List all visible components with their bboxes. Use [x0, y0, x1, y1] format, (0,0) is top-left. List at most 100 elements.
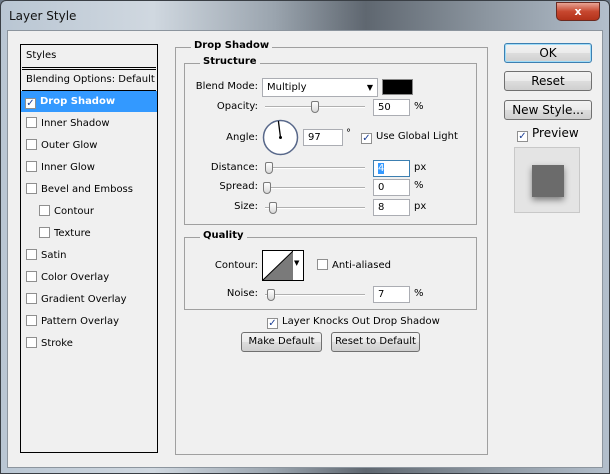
- style-item-label: Inner Glow: [41, 162, 95, 173]
- noise-slider-thumb[interactable]: [267, 289, 275, 301]
- noise-unit: %: [414, 288, 424, 299]
- reset-button[interactable]: Reset: [504, 71, 592, 91]
- style-item-inner-shadow[interactable]: Inner Shadow: [22, 113, 156, 134]
- spread-label: Spread:: [219, 181, 258, 192]
- style-item-checkbox[interactable]: [26, 161, 37, 172]
- style-item-label: Inner Shadow: [41, 118, 110, 129]
- spread-unit: %: [414, 180, 424, 191]
- size-label: Size:: [234, 201, 258, 212]
- reset-to-default-button[interactable]: Reset to Default: [331, 332, 420, 352]
- style-item-checkbox[interactable]: [26, 139, 37, 150]
- style-item-label: Satin: [41, 250, 67, 261]
- style-item-contour[interactable]: Contour: [22, 201, 156, 222]
- chevron-down-icon: ▼: [366, 83, 373, 92]
- noise-input[interactable]: 7: [373, 286, 410, 303]
- style-item-label: Gradient Overlay: [41, 294, 127, 305]
- style-item-checkbox[interactable]: [39, 205, 50, 216]
- style-item-checkbox[interactable]: [26, 117, 37, 128]
- style-item-drop-shadow[interactable]: ✓ Drop Shadow: [21, 91, 157, 112]
- distance-value: 4: [378, 163, 385, 174]
- style-item-inner-glow[interactable]: Inner Glow: [22, 157, 156, 178]
- distance-slider[interactable]: [265, 167, 365, 169]
- ok-button[interactable]: OK: [504, 43, 592, 63]
- style-item-checkbox[interactable]: [26, 315, 37, 326]
- style-item-label: Pattern Overlay: [41, 316, 120, 327]
- checkbox-box: [317, 259, 328, 270]
- style-item-checkbox[interactable]: [39, 227, 50, 238]
- drop-shadow-title: Drop Shadow: [191, 40, 273, 51]
- style-item-checkbox[interactable]: [26, 249, 37, 260]
- checkmark-icon: ✓: [267, 318, 278, 329]
- distance-label: Distance:: [210, 162, 258, 173]
- anti-aliased-label: Anti-aliased: [332, 260, 392, 271]
- angle-input[interactable]: 97: [303, 129, 343, 146]
- style-item-label: Bevel and Emboss: [41, 184, 133, 195]
- use-global-light-checkbox[interactable]: ✓ Use Global Light: [361, 131, 458, 144]
- style-item-checkbox[interactable]: [26, 183, 37, 194]
- opacity-label: Opacity:: [216, 101, 258, 112]
- checkmark-icon: ✓: [361, 133, 372, 144]
- style-item-outer-glow[interactable]: Outer Glow: [22, 135, 156, 156]
- preview-swatch: [532, 165, 564, 197]
- spread-slider-thumb[interactable]: [263, 182, 271, 194]
- make-default-button[interactable]: Make Default: [241, 332, 322, 352]
- knockout-checkbox[interactable]: ✓ Layer Knocks Out Drop Shadow: [267, 316, 440, 329]
- contour-chevron-down-icon: ▼: [294, 259, 300, 267]
- contour-linear-icon: [263, 251, 293, 280]
- style-item-checkbox[interactable]: [26, 271, 37, 282]
- shadow-color-swatch[interactable]: [382, 79, 413, 95]
- angle-dial[interactable]: [262, 119, 299, 156]
- noise-slider[interactable]: [265, 294, 365, 296]
- new-style-button[interactable]: New Style...: [504, 100, 592, 120]
- style-item-checkbox[interactable]: [26, 337, 37, 348]
- style-item-label: Stroke: [41, 338, 73, 349]
- angle-unit: °: [346, 128, 351, 139]
- style-item-label: Texture: [54, 228, 91, 239]
- size-slider-thumb[interactable]: [269, 202, 277, 214]
- style-item-label: Outer Glow: [41, 140, 98, 151]
- quality-group: [184, 237, 477, 310]
- style-item-checkbox[interactable]: [26, 293, 37, 304]
- blend-mode-select[interactable]: Multiply ▼: [262, 78, 378, 97]
- structure-title: Structure: [200, 56, 260, 67]
- style-item-stroke[interactable]: Stroke: [22, 333, 156, 354]
- noise-label: Noise:: [226, 288, 258, 299]
- opacity-slider-thumb[interactable]: [311, 101, 319, 113]
- styles-list: Styles Blending Options: Default ✓ Drop S…: [20, 44, 158, 453]
- spread-slider[interactable]: [265, 187, 365, 189]
- preview-thumbnail: [514, 147, 580, 213]
- size-slider[interactable]: [265, 207, 365, 209]
- distance-unit: px: [414, 162, 427, 173]
- contour-label: Contour:: [214, 260, 258, 271]
- preview-checkbox[interactable]: ✓ Preview: [517, 126, 579, 142]
- checkmark-icon: ✓: [517, 131, 528, 142]
- style-item-bevel-and-emboss[interactable]: Bevel and Emboss: [22, 179, 156, 200]
- distance-slider-thumb[interactable]: [265, 162, 273, 174]
- style-item-satin[interactable]: Satin: [22, 245, 156, 266]
- style-item-label: Drop Shadow: [40, 96, 116, 107]
- blend-mode-value: Multiply: [267, 82, 307, 93]
- spread-input[interactable]: 0: [373, 179, 410, 196]
- opacity-unit: %: [414, 101, 424, 112]
- knockout-label: Layer Knocks Out Drop Shadow: [282, 316, 440, 327]
- style-item-texture[interactable]: Texture: [22, 223, 156, 244]
- styles-header[interactable]: Styles: [22, 45, 156, 67]
- close-button[interactable]: x: [556, 2, 600, 21]
- style-item-gradient-overlay[interactable]: Gradient Overlay: [22, 289, 156, 310]
- distance-input[interactable]: 4: [373, 160, 410, 177]
- angle-label: Angle:: [226, 132, 258, 143]
- blend-mode-label: Blend Mode:: [195, 81, 258, 92]
- anti-aliased-checkbox[interactable]: Anti-aliased: [317, 259, 391, 271]
- style-item-pattern-overlay[interactable]: Pattern Overlay: [22, 311, 156, 332]
- quality-title: Quality: [200, 230, 247, 241]
- preview-label: Preview: [532, 126, 579, 140]
- contour-picker[interactable]: ▼: [262, 250, 304, 281]
- style-item-color-overlay[interactable]: Color Overlay: [22, 267, 156, 288]
- blending-options[interactable]: Blending Options: Default: [22, 69, 156, 90]
- window-title: Layer Style: [9, 9, 77, 23]
- opacity-input[interactable]: 50: [373, 99, 410, 116]
- style-item-checkbox[interactable]: ✓: [25, 98, 36, 109]
- use-global-light-label: Use Global Light: [376, 131, 458, 142]
- style-item-label: Color Overlay: [41, 272, 110, 283]
- size-input[interactable]: 8: [373, 199, 410, 216]
